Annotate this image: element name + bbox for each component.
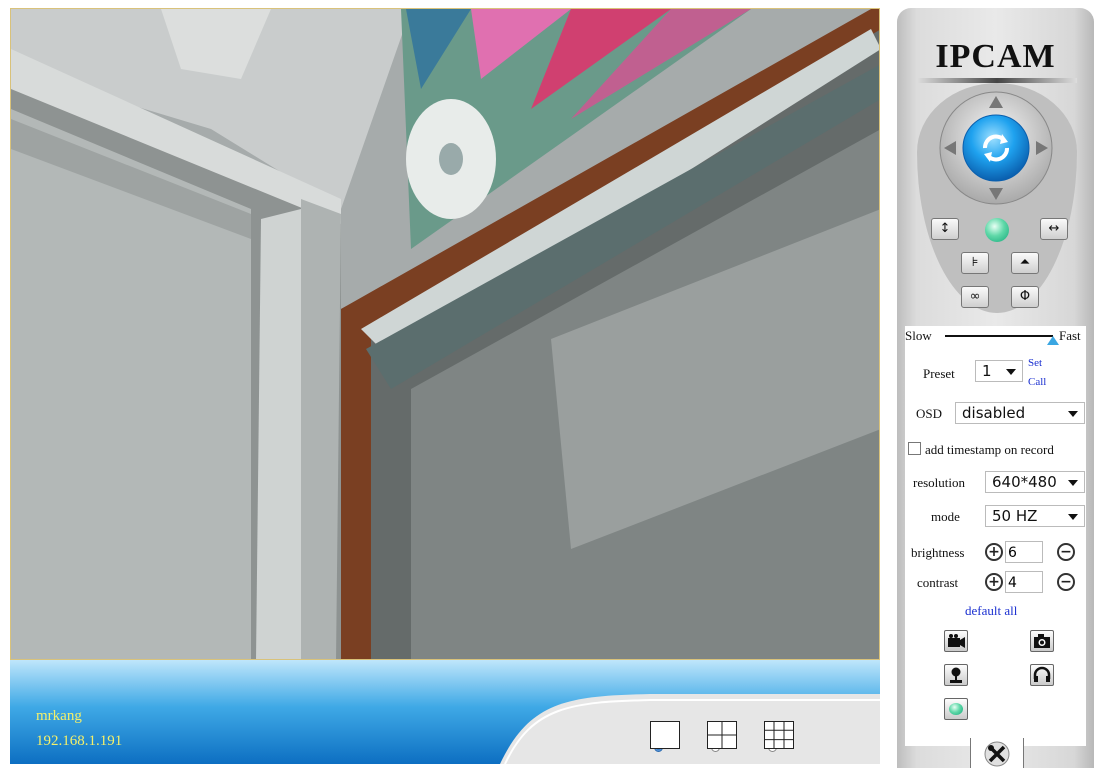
snapshot-icon xyxy=(1034,634,1050,648)
io-icon: Φ xyxy=(1019,289,1031,304)
resolution-select-value: 640*480 xyxy=(992,473,1057,491)
chevron-down-icon xyxy=(1006,369,1016,375)
preset-select[interactable]: 1 xyxy=(975,360,1023,382)
chevron-down-icon xyxy=(1068,514,1078,520)
flip-icon: ⊧ xyxy=(971,255,979,270)
speed-slider-track xyxy=(945,335,1053,337)
chevron-down-icon xyxy=(1068,480,1078,486)
mirror-button[interactable]: ⏶ xyxy=(1011,252,1039,274)
listen-icon xyxy=(1033,666,1051,682)
talk-button[interactable] xyxy=(944,664,968,686)
ptz-dpad xyxy=(939,91,1053,205)
audio-toggle-button[interactable] xyxy=(944,698,968,720)
preset-call-link[interactable]: Call xyxy=(1028,376,1046,388)
speed-slider[interactable] xyxy=(945,328,1059,346)
chevron-down-icon xyxy=(1068,411,1078,417)
brightness-minus-icon[interactable]: − xyxy=(1057,543,1075,561)
preset-select-value: 1 xyxy=(982,362,992,380)
contrast-label: contrast xyxy=(917,575,959,590)
contrast-plus-icon[interactable]: + xyxy=(985,573,1003,591)
mode-select[interactable]: 50 HZ xyxy=(985,505,1085,527)
horizontal-patrol-icon: ↔ xyxy=(1048,221,1060,236)
vertical-patrol-button[interactable]: ↕ xyxy=(931,218,959,240)
layout-9-view[interactable] xyxy=(764,721,814,757)
contrast-value[interactable]: 4 xyxy=(1005,571,1043,593)
contrast-minus-icon[interactable]: − xyxy=(1057,573,1075,591)
infinite-icon: ∞ xyxy=(969,289,981,304)
timestamp-checkbox[interactable] xyxy=(908,442,921,455)
resolution-label: resolution xyxy=(913,475,965,490)
infinite-button[interactable]: ∞ xyxy=(961,286,989,308)
brightness-label: brightness xyxy=(911,545,965,560)
brightness-value[interactable]: 6 xyxy=(1005,541,1043,563)
nine-view-icon xyxy=(764,721,794,749)
camera-name: mrkang xyxy=(36,708,82,724)
preset-set-link[interactable]: Set xyxy=(1028,357,1042,369)
record-video-icon xyxy=(948,634,965,648)
listen-button[interactable] xyxy=(1030,664,1054,686)
green-light-icon xyxy=(949,703,963,715)
vertical-patrol-icon: ↕ xyxy=(939,221,951,236)
settings-button[interactable] xyxy=(970,738,1024,768)
io-button[interactable]: Φ xyxy=(1011,286,1039,308)
timestamp-label: add timestamp on record xyxy=(925,442,1054,457)
talk-icon xyxy=(950,667,962,683)
speed-slider-thumb[interactable] xyxy=(1047,336,1059,345)
resolution-select[interactable]: 640*480 xyxy=(985,471,1085,493)
single-view-icon xyxy=(650,721,680,749)
record-video-button[interactable] xyxy=(944,630,968,652)
default-all-link[interactable]: default all xyxy=(965,603,1017,619)
settings-area xyxy=(905,326,1086,746)
mirror-icon: ⏶ xyxy=(1019,255,1031,270)
settings-tools-icon xyxy=(984,741,1010,767)
flip-button[interactable]: ⊧ xyxy=(961,252,989,274)
video-feed[interactable] xyxy=(10,8,880,660)
layout-1-view[interactable] xyxy=(650,721,700,757)
control-panel: IPCAM ↕ ↔ ⊧ ⏶ ∞ Φ Slow Fast Preset 1 Set… xyxy=(897,8,1094,768)
bottom-bar: mrkang 192.168.1.191 xyxy=(10,660,880,764)
center-refresh-icon[interactable] xyxy=(962,114,1030,182)
mode-label: mode xyxy=(931,509,960,524)
camera-ip: 192.168.1.191 xyxy=(36,733,123,749)
preset-label: Preset xyxy=(923,366,955,381)
horizontal-patrol-button[interactable]: ↔ xyxy=(1040,218,1068,240)
quad-view-icon xyxy=(707,721,737,749)
camera-image xyxy=(11,9,879,659)
speed-slow-label: Slow xyxy=(905,328,932,343)
stop-patrol-icon[interactable] xyxy=(985,218,1009,242)
osd-select[interactable]: disabled xyxy=(955,402,1085,424)
snapshot-button[interactable] xyxy=(1030,630,1054,652)
mode-select-value: 50 HZ xyxy=(992,507,1038,525)
osd-select-value: disabled xyxy=(962,404,1026,422)
layout-4-view[interactable] xyxy=(707,721,757,757)
speed-fast-label: Fast xyxy=(1059,328,1081,343)
osd-label: OSD xyxy=(916,406,943,421)
logo: IPCAM xyxy=(935,38,1056,75)
brightness-plus-icon[interactable]: + xyxy=(985,543,1003,561)
